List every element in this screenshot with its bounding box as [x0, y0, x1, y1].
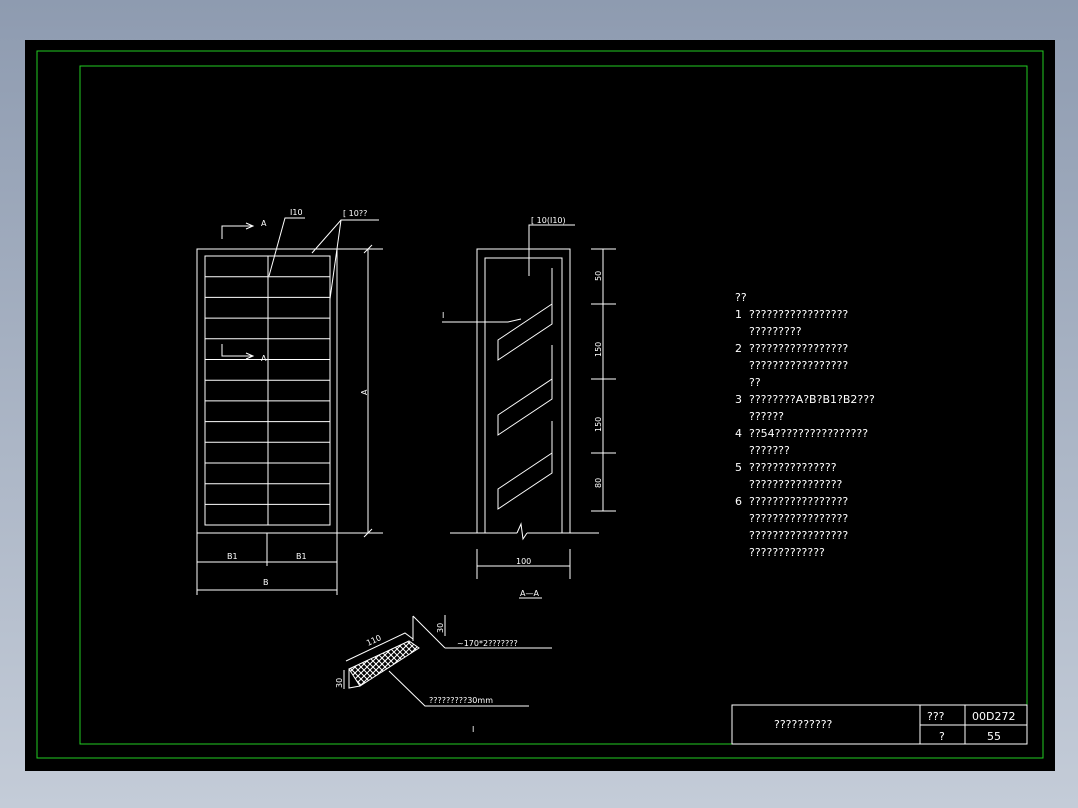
note-line: ??????: [735, 410, 784, 423]
note-line: ?????????????????: [735, 512, 848, 525]
canvas-background: [26, 41, 1054, 770]
note-line: ?????????????: [735, 546, 825, 559]
label-channel: [ 10??: [343, 209, 367, 218]
label-i10: I10: [290, 208, 303, 217]
dim-150-a: 150: [594, 342, 603, 357]
section-arrow-label: A: [261, 219, 267, 228]
dim-30-left: 30: [335, 678, 344, 688]
note-line: 1 ?????????????????: [735, 308, 848, 321]
notes-heading: ??: [735, 291, 747, 304]
note-line: ?????????????????: [735, 359, 848, 372]
section-title: A—A: [520, 589, 539, 598]
drawing-canvas: A A I10 [ 10?? A B1 B1 B [10(I10) I 50 …: [26, 41, 1054, 770]
dim-30-top: 30: [436, 623, 445, 633]
note-line: ?????????????????: [735, 529, 848, 542]
label-channel: [ 10(I10): [531, 216, 566, 225]
dim-label-b1-left: B1: [227, 552, 238, 561]
dim-50: 50: [594, 271, 603, 281]
label-atlas: ???: [927, 710, 945, 723]
atlas-number: 00D272: [972, 710, 1015, 723]
note-plate: ~170*2???????: [457, 639, 518, 648]
note-line: ????????????????: [735, 478, 843, 491]
note-line: ???????: [735, 444, 790, 457]
note-line: 3 ????????A?B?B1?B2???: [735, 393, 875, 406]
dim-label-b: B: [263, 578, 269, 587]
drawing-name: ??????????: [774, 718, 833, 731]
dim-label-b1-right: B1: [296, 552, 307, 561]
note-line: 6 ?????????????????: [735, 495, 848, 508]
page-number: 55: [987, 730, 1001, 743]
note-line: ??: [735, 376, 761, 389]
note-line: 2 ?????????????????: [735, 342, 848, 355]
section-arrow-label-2: A: [261, 354, 267, 363]
dim-150-b: 150: [594, 417, 603, 432]
note-line: 5 ???????????????: [735, 461, 837, 474]
dim-label-a: A: [360, 389, 369, 395]
note-depth: ?????????30mm: [429, 696, 493, 705]
note-line: 4 ??54????????????????: [735, 427, 868, 440]
label-page: ?: [939, 730, 945, 743]
note-line: ?????????: [735, 325, 802, 338]
cad-viewport[interactable]: A A I10 [ 10?? A B1 B1 B [10(I10) I 50 …: [25, 40, 1055, 771]
detail-mark: I: [472, 725, 474, 734]
dim-100: 100: [516, 557, 531, 566]
dim-80: 80: [594, 478, 603, 488]
label-i: I: [442, 311, 444, 320]
